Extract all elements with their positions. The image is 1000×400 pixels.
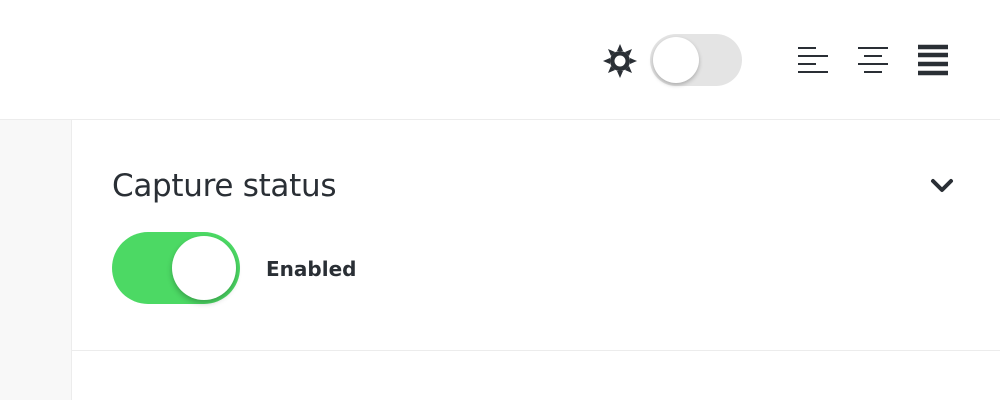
sun-icon bbox=[602, 43, 638, 79]
capture-status-toggle[interactable] bbox=[112, 232, 240, 304]
capture-status-panel: Capture status Enabled bbox=[72, 120, 1000, 351]
theme-toggle[interactable] bbox=[650, 34, 742, 86]
theme-toggle-knob bbox=[653, 37, 699, 83]
chevron-down-icon[interactable] bbox=[930, 176, 954, 196]
top-toolbar bbox=[0, 0, 1000, 120]
align-justify-icon bbox=[912, 44, 952, 84]
align-left-button[interactable] bbox=[792, 40, 832, 80]
align-center-button[interactable] bbox=[852, 40, 892, 80]
capture-toggle-knob bbox=[172, 236, 236, 300]
align-justify-button[interactable] bbox=[912, 40, 952, 80]
status-label: Enabled bbox=[266, 257, 357, 281]
sidebar bbox=[0, 120, 72, 400]
align-left-icon bbox=[792, 47, 832, 84]
panel-title: Capture status bbox=[112, 168, 337, 204]
align-center-icon bbox=[852, 47, 892, 84]
content-area bbox=[72, 351, 1000, 400]
